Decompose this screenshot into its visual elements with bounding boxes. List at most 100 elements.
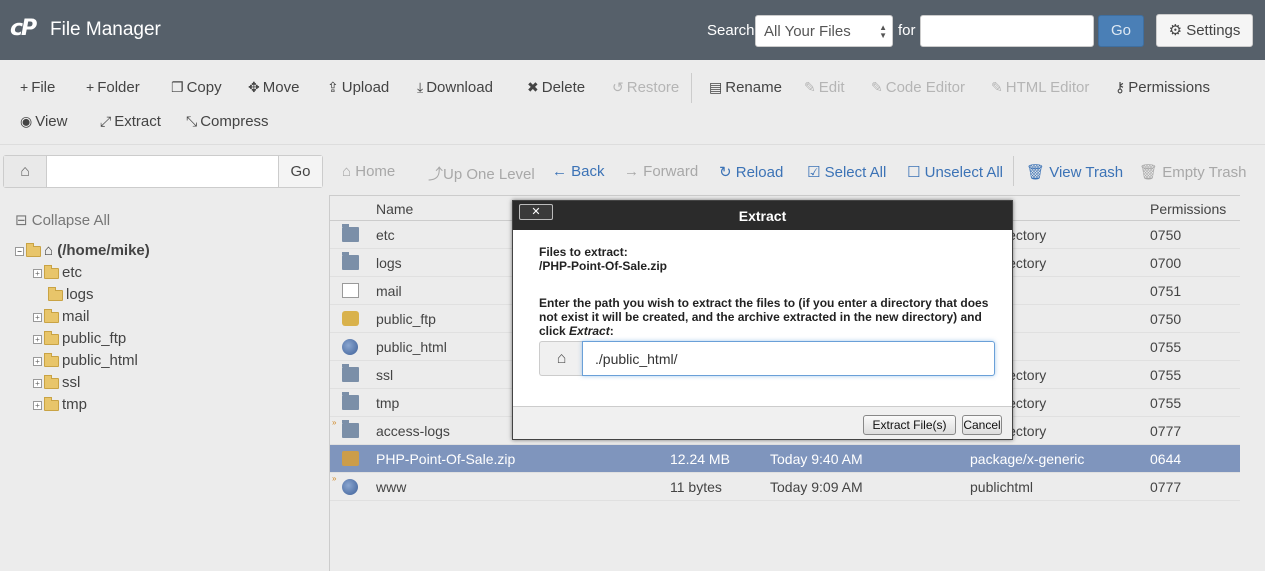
folder-icon [44, 352, 59, 367]
upload-button[interactable]: ⇪ Upload [327, 79, 389, 96]
download-button[interactable]: ⤓ Download [417, 79, 493, 96]
path-bar: ⌂ Go [3, 155, 323, 188]
collapse-all-button[interactable]: ⊟ Collapse All [15, 211, 110, 229]
row-permissions: 0755 [1150, 367, 1182, 383]
nav-forward-button[interactable]: → Forward [624, 163, 698, 180]
eye-icon: ◉ [20, 113, 33, 129]
search-input[interactable] [920, 15, 1094, 47]
new-file-button[interactable]: + File [20, 79, 55, 96]
nav-reload-button[interactable]: ↻ Reload [719, 163, 783, 181]
nav-select-all-button[interactable]: ☑ Select All [807, 163, 886, 181]
restore-button[interactable]: ↺ Restore [612, 79, 679, 96]
instructions-end: : [609, 324, 614, 338]
path-go-button[interactable]: Go [278, 156, 322, 187]
nav-empty-trash-button[interactable]: 🗑 Empty Trash [1139, 163, 1246, 181]
nav-home-button[interactable]: ⌂ Home [342, 163, 395, 180]
dialog-title: Extract [738, 208, 787, 224]
nav-forward-label: Forward [643, 163, 699, 180]
extract-button[interactable]: ⤢ Extract [100, 113, 161, 130]
move-button[interactable]: ✥ Move [248, 79, 299, 96]
row-permissions: 0750 [1150, 227, 1182, 243]
row-permissions: 0644 [1150, 451, 1182, 467]
new-folder-button[interactable]: + Folder [86, 79, 140, 96]
search-scope-select[interactable]: All Your Files ▲ ▼ [755, 15, 893, 47]
row-permissions: 0751 [1150, 283, 1182, 299]
check-square-icon: ☑ [807, 164, 825, 181]
nav-unselect-all-button[interactable]: ☐ Unselect All [907, 163, 1003, 181]
extract-path-input[interactable]: ./public_html/ [582, 341, 995, 376]
new-folder-label: Folder [97, 79, 140, 96]
folder-icon [342, 252, 359, 270]
view-button[interactable]: ◉ View [20, 113, 67, 130]
code-editor-button[interactable]: ✎ Code Editor [871, 79, 965, 96]
folder-icon [48, 286, 63, 301]
app-title: File Manager [50, 19, 161, 40]
table-row-selected[interactable]: PHP-Point-Of-Sale.zip 12.24 MB Today 9:4… [330, 445, 1240, 473]
edit-button[interactable]: ✎ Edit [804, 79, 845, 96]
close-icon: ✖ [527, 79, 539, 95]
row-type: package/x-generic [970, 451, 1085, 467]
archive-icon [342, 451, 359, 466]
tree-item-ssl[interactable]: + ssl [33, 374, 80, 391]
settings-label: Settings [1186, 22, 1241, 39]
row-name: etc [376, 227, 395, 243]
tree-item-label: ssl [62, 374, 81, 391]
settings-button[interactable]: ⚙ Settings [1156, 14, 1253, 47]
gear-icon: ⚙ [1168, 22, 1183, 39]
tree-root-label: (/home/mike) [57, 242, 150, 259]
expand-toggle-icon[interactable]: + [33, 268, 42, 278]
cancel-button[interactable]: Cancel [962, 415, 1002, 435]
compress-button[interactable]: ⤡ Compress [186, 113, 269, 130]
expand-toggle-icon[interactable]: + [33, 378, 42, 388]
home-icon[interactable]: ⌂ [4, 156, 47, 187]
cpanel-logo: cP [10, 16, 37, 41]
tree-item-label: mail [62, 308, 90, 325]
collapse-toggle-icon[interactable]: − [15, 246, 24, 256]
nav-unselect-all-label: Unselect All [924, 164, 1003, 181]
compress-label: Compress [200, 113, 269, 130]
delete-button[interactable]: ✖ Delete [527, 79, 585, 96]
tree-item-public-html[interactable]: + public_html [33, 352, 138, 369]
column-header-name[interactable]: Name [376, 201, 413, 217]
rename-button[interactable]: ▤ Rename [709, 79, 782, 96]
nav-up-button[interactable]: ⤴Up One Level [428, 163, 535, 184]
extract-instructions: Enter the path you wish to extract the f… [539, 296, 999, 338]
extract-files-button[interactable]: Extract File(s) [863, 415, 956, 435]
row-permissions: 0777 [1150, 479, 1182, 495]
tree-root[interactable]: − ⌂ (/home/mike) [15, 242, 150, 259]
square-icon: ☐ [907, 164, 925, 181]
expand-toggle-icon[interactable]: + [33, 334, 42, 344]
tree-item-public-ftp[interactable]: + public_ftp [33, 330, 126, 347]
table-row[interactable]: » www 11 bytes Today 9:09 AM publichtml … [330, 473, 1240, 501]
rename-label: Rename [725, 79, 782, 96]
nav-back-button[interactable]: ← Back [552, 163, 605, 180]
column-header-permissions[interactable]: Permissions [1150, 201, 1226, 217]
folder-icon [44, 396, 59, 411]
extract-path-group: ⌂ ./public_html/ [539, 341, 995, 376]
tree-item-label: tmp [62, 396, 88, 413]
for-label: for [898, 22, 916, 39]
expand-toggle-icon[interactable]: + [33, 356, 42, 366]
folder-icon [342, 420, 359, 438]
home-icon: ⌂ [539, 341, 583, 376]
nav-view-trash-button[interactable]: 🗑 View Trash [1026, 163, 1123, 181]
expand-toggle-icon[interactable]: + [33, 312, 42, 322]
tree-item-tmp[interactable]: + tmp [33, 396, 87, 413]
tree-item-label: logs [66, 286, 94, 303]
search-go-button[interactable]: Go [1098, 15, 1144, 47]
download-icon: ⤓ [417, 79, 424, 95]
tree-item-mail[interactable]: + mail [33, 308, 90, 325]
permissions-button[interactable]: ⚷ Permissions [1115, 79, 1210, 96]
symlink-icon: » [332, 418, 337, 427]
dialog-header: Extract ✕ [513, 201, 1012, 230]
nav-reload-label: Reload [735, 164, 784, 181]
tree-item-etc[interactable]: + etc [33, 264, 82, 281]
arrow-right-icon: → [624, 163, 644, 180]
close-icon[interactable]: ✕ [519, 204, 553, 220]
tree-item-logs[interactable]: logs [48, 286, 94, 303]
expand-toggle-icon[interactable]: + [33, 400, 42, 410]
copy-button[interactable]: ❐ Copy [171, 79, 222, 96]
ftp-icon [342, 311, 359, 326]
nav-back-label: Back [571, 163, 605, 180]
html-editor-button[interactable]: ✎ HTML Editor [991, 79, 1089, 96]
